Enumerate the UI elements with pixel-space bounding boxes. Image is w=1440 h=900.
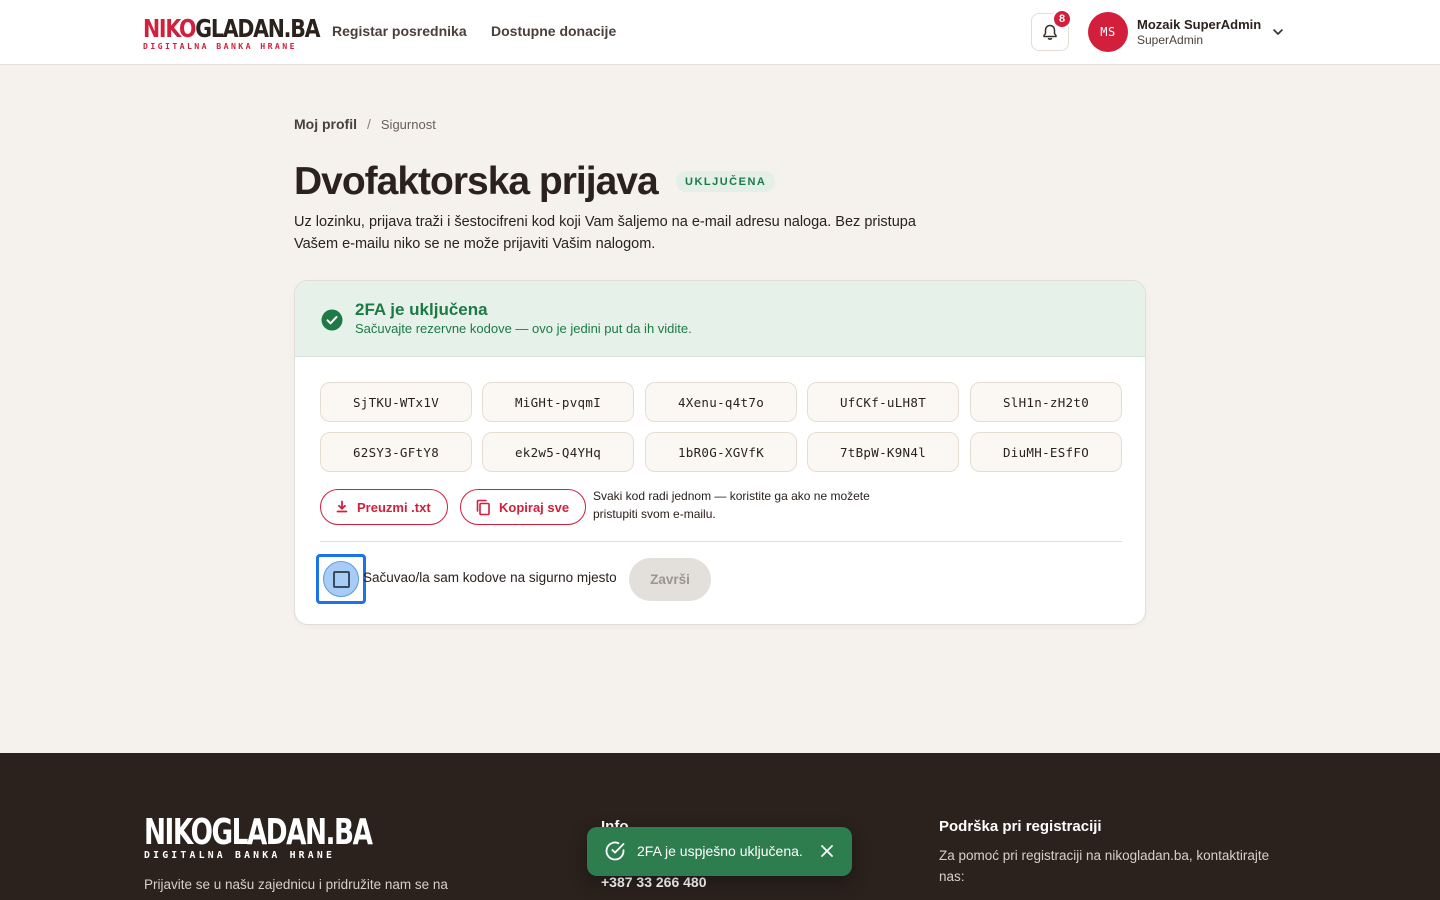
logo-part-red: NIKO (143, 14, 196, 43)
page-description: Uz lozinku, prijava traži i šestocifreni… (294, 214, 916, 252)
finish-button[interactable]: Završi (629, 558, 711, 601)
notifications-button[interactable]: 8 (1031, 9, 1072, 51)
user-name[interactable]: Mozaik SuperAdmin (1137, 17, 1261, 32)
backup-code: UfCKf-uLH8T (807, 382, 959, 422)
backup-code: 4Xenu-q4t7o (645, 382, 797, 422)
footer-support-heading: Podrška pri registraciji (939, 818, 1102, 835)
footer-support-text: Za pomoć pri registraciji na nikogladan.… (939, 848, 1270, 884)
divider (320, 541, 1122, 542)
download-txt-button[interactable]: Preuzmi .txt (320, 489, 448, 525)
footer-about-text: Prijavite se u našu zajednicu i pridruži… (144, 877, 448, 892)
download-txt-label: Preuzmi .txt (357, 499, 431, 515)
breadcrumb: Moj profil / Sigurnost (294, 116, 436, 132)
breadcrumb-current: Sigurnost (380, 116, 436, 132)
toast-message: 2FA je uspješno uključena. (637, 843, 803, 859)
logo-wordmark: NIKOGLADAN.BA (143, 14, 321, 43)
top-navigation-bar: NIKOGLADAN.BA DIGITALNA BANKA HRANE Regi… (0, 0, 1440, 65)
checkbox-box (332, 570, 350, 588)
backup-code: 7tBpW-K9N4l (807, 432, 959, 472)
backup-code: SjTKU-WTx1V (320, 382, 472, 422)
banner-title: 2FA je uključena (355, 300, 488, 319)
footer-logo[interactable]: NIKOGLADAN.BA DIGITALNA BANKA HRANE (144, 812, 456, 862)
nav-link-registar-posrednika[interactable]: Registar posrednika (332, 23, 467, 39)
status-badge: UKLJUČENA (676, 171, 776, 192)
check-circle-icon (605, 841, 625, 861)
breadcrumb-link-moj-profil[interactable]: Moj profil (294, 116, 357, 132)
success-toast: 2FA je uspješno uključena. (587, 827, 852, 876)
chevron-down-icon[interactable] (1271, 25, 1285, 39)
backup-codes-card: 2FA je uključena Sačuvajte rezervne kodo… (294, 280, 1146, 625)
site-logo[interactable]: NIKOGLADAN.BA DIGITALNA BANKA HRANE (143, 14, 321, 51)
avatar[interactable]: MS (1088, 12, 1128, 52)
logo-part-dark: GLADAN.BA (195, 14, 320, 43)
success-banner: 2FA je uključena Sačuvajte rezervne kodo… (295, 281, 1145, 357)
backup-codes-hint: Svaki kod radi jednom — koristite ga ako… (593, 489, 870, 521)
banner-subtitle: Sačuvajte rezervne kodove — ovo je jedin… (355, 321, 692, 336)
breadcrumb-separator: / (367, 116, 371, 132)
confirm-saved-checkbox[interactable] (316, 554, 366, 604)
checkbox-focus-ring (323, 561, 359, 597)
backup-code: DiuMH-ESfFO (970, 432, 1122, 472)
page-title: Dvofaktorska prijava (294, 160, 659, 203)
copy-all-button[interactable]: Kopiraj sve (460, 489, 587, 525)
copy-all-label: Kopiraj sve (499, 499, 570, 515)
notification-count-badge: 8 (1052, 9, 1072, 29)
close-icon[interactable] (820, 844, 834, 858)
nav-link-dostupne-donacije[interactable]: Dostupne donacije (491, 23, 616, 39)
backup-code: 1bR0G-XGVfK (645, 432, 797, 472)
copy-icon (476, 499, 490, 515)
footer-phone-link[interactable]: +387 33 266 480 (601, 874, 707, 890)
check-circle-icon (321, 309, 343, 331)
backup-code: SlH1n-zH2t0 (970, 382, 1122, 422)
backup-code: 62SY3-GFtY8 (320, 432, 472, 472)
footer-logo-wordmark: NIKOGLADAN.BA (144, 812, 373, 853)
download-icon (336, 500, 348, 513)
user-role: SuperAdmin (1137, 33, 1204, 47)
confirm-saved-label[interactable]: Sačuvao/la sam kodove na sigurno mjesto (363, 570, 617, 585)
backup-code: MiGHt-pvqmI (482, 382, 634, 422)
backup-code: ek2w5-Q4YHq (482, 432, 634, 472)
